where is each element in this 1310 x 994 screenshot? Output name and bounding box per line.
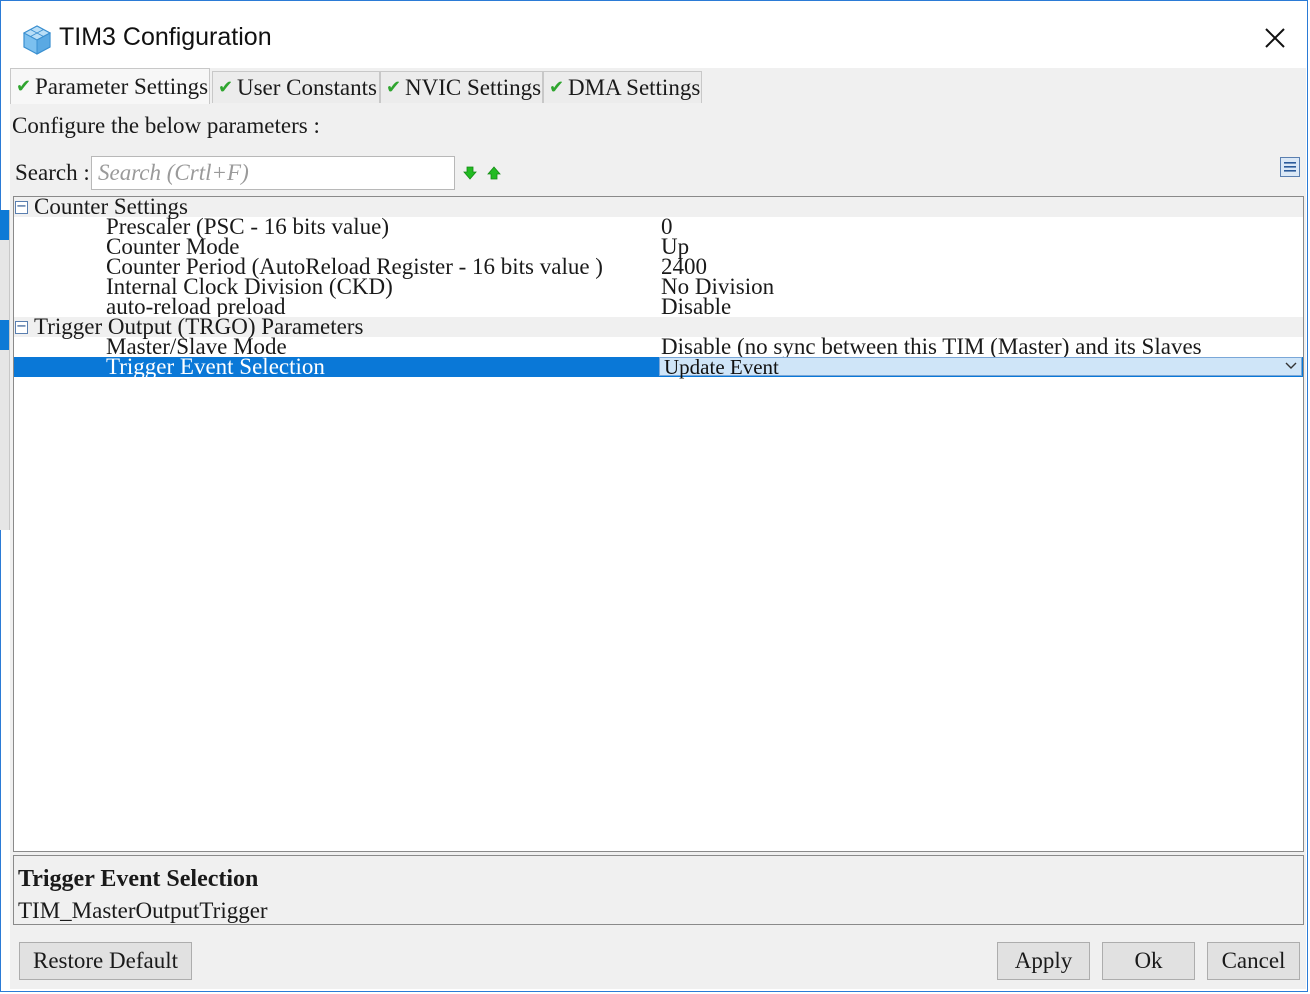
collapse-icon[interactable]: − [15, 320, 28, 334]
arrow-down-icon[interactable] [463, 166, 477, 180]
select-value: Update Event [664, 355, 779, 379]
configure-label: Configure the below parameters : [12, 113, 320, 138]
tab-parameter-settings[interactable]: ✔ Parameter Settings [10, 68, 210, 104]
tab-dma-settings[interactable]: ✔ DMA Settings [543, 71, 702, 103]
tab-label: User Constants [237, 75, 377, 100]
check-icon: ✔ [549, 77, 565, 98]
description-title: Trigger Event Selection [18, 866, 259, 892]
tab-label: NVIC Settings [405, 75, 542, 100]
collapse-icon[interactable]: − [15, 200, 28, 214]
check-icon: ✔ [16, 76, 32, 97]
search-label: Search : [15, 160, 90, 185]
trigger-event-select[interactable]: Update Event [659, 355, 1302, 379]
cancel-button[interactable]: Cancel [1207, 942, 1300, 980]
ok-button[interactable]: Ok [1102, 942, 1195, 980]
tab-label: DMA Settings [568, 75, 701, 100]
cube-icon [22, 25, 52, 55]
param-value[interactable]: Disable [661, 295, 731, 318]
check-icon: ✔ [386, 77, 402, 98]
parameter-settings-panel: Configure the below parameters : Search … [10, 104, 1306, 989]
tab-nvic-settings[interactable]: ✔ NVIC Settings [380, 71, 543, 103]
window-title: TIM3 Configuration [59, 23, 272, 51]
param-name: Trigger Event Selection [106, 354, 325, 379]
tab-label: Parameter Settings [35, 74, 209, 99]
param-value[interactable]: Disable (no sync between this TIM (Maste… [661, 335, 1202, 358]
close-button[interactable] [1255, 20, 1295, 56]
check-icon: ✔ [218, 77, 234, 98]
description-panel: Trigger Event Selection TIM_MasterOutput… [13, 855, 1304, 925]
search-input[interactable] [91, 156, 455, 190]
tab-bar: ✔ Parameter Settings ✔ User Constants ✔ … [10, 68, 1306, 104]
chevron-down-icon [1285, 362, 1297, 369]
description-text: TIM_MasterOutputTrigger [18, 898, 268, 923]
parameter-tree: − Counter Settings Prescaler (PSC - 16 b… [13, 196, 1304, 852]
restore-default-button[interactable]: Restore Default [19, 942, 192, 980]
close-icon [1265, 28, 1285, 48]
param-row-selected[interactable]: Trigger Event Selection Update Event [14, 354, 1303, 379]
background-window-edge [0, 210, 10, 530]
title-bar: TIM3 Configuration [1, 10, 1307, 68]
apply-button[interactable]: Apply [997, 942, 1090, 980]
tab-user-constants[interactable]: ✔ User Constants [212, 71, 380, 103]
list-view-icon[interactable] [1280, 157, 1300, 177]
arrow-up-icon[interactable] [487, 166, 501, 180]
